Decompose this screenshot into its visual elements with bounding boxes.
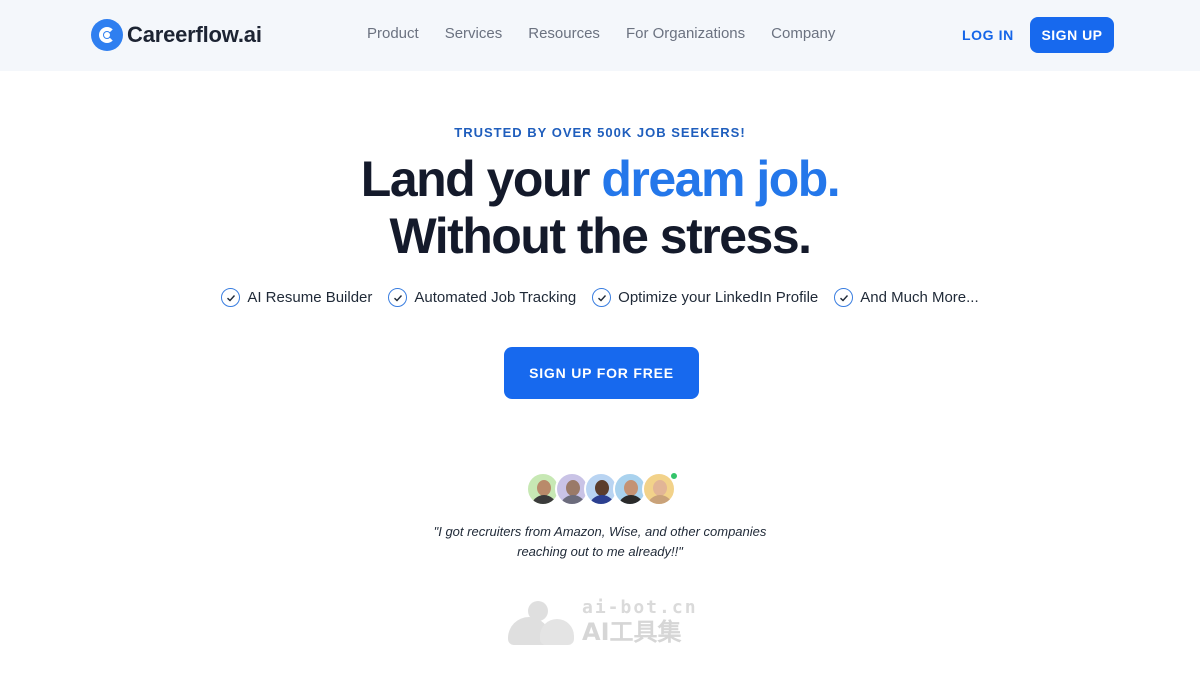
nav-for-organizations[interactable]: For Organizations: [626, 25, 745, 42]
user-avatar-group: [526, 472, 676, 506]
feature-item: AI Resume Builder: [221, 288, 372, 307]
nav-resources[interactable]: Resources: [528, 25, 600, 42]
headline-plain: Land your: [360, 151, 602, 207]
signup-button[interactable]: SIGN UP: [1030, 17, 1114, 53]
feature-list: AI Resume Builder Automated Job Tracking…: [0, 288, 1200, 307]
nav-company[interactable]: Company: [771, 25, 835, 42]
online-status-dot: [670, 472, 678, 480]
trust-eyebrow: TRUSTED BY OVER 500K JOB SEEKERS!: [454, 125, 746, 140]
headline-line-2: Without the stress.: [389, 208, 812, 264]
check-circle-icon: [834, 288, 854, 307]
feature-label: AI Resume Builder: [247, 289, 373, 306]
login-link[interactable]: LOG IN: [962, 27, 1014, 43]
feature-item: And Much More...: [834, 288, 979, 307]
check-circle-icon: [592, 288, 612, 307]
quote-line-1: "I got recruiters from Amazon, Wise, and…: [433, 524, 767, 539]
watermark-domain: ai-bot.cn: [582, 597, 698, 618]
signup-for-free-button[interactable]: SIGN UP FOR FREE: [504, 347, 699, 399]
testimonial-quote: "I got recruiters from Amazon, Wise, and…: [0, 522, 1200, 562]
nav-product[interactable]: Product: [367, 25, 419, 42]
quote-line-2: reaching out to me already!!": [517, 544, 683, 559]
watermark-text: ai-bot.cn AI工具集: [582, 597, 698, 647]
top-navigation-bar: Careerflow.ai Product Services Resources…: [0, 0, 1200, 71]
hero-headline: Land your dream job. Without the stress.: [0, 151, 1200, 265]
watermark-logo-icon: [508, 599, 574, 645]
nav-services[interactable]: Services: [445, 25, 503, 42]
feature-item: Automated Job Tracking: [388, 288, 576, 307]
headline-accent: dream job.: [601, 151, 840, 207]
watermark-title: AI工具集: [582, 618, 682, 646]
brand-logo-link[interactable]: Careerflow.ai: [91, 19, 262, 51]
main-nav: Product Services Resources For Organizat…: [367, 25, 835, 42]
page: Careerflow.ai Product Services Resources…: [0, 0, 1200, 675]
feature-label: Automated Job Tracking: [414, 289, 577, 306]
watermark: ai-bot.cn AI工具集: [508, 598, 698, 646]
check-circle-icon: [221, 288, 241, 307]
careerflow-logo-icon: [91, 19, 123, 51]
feature-label: And Much More...: [860, 289, 979, 306]
feature-label: Optimize your LinkedIn Profile: [618, 289, 819, 306]
brand-name: Careerflow.ai: [127, 22, 262, 47]
feature-item: Optimize your LinkedIn Profile: [592, 288, 818, 307]
check-circle-icon: [388, 288, 408, 307]
